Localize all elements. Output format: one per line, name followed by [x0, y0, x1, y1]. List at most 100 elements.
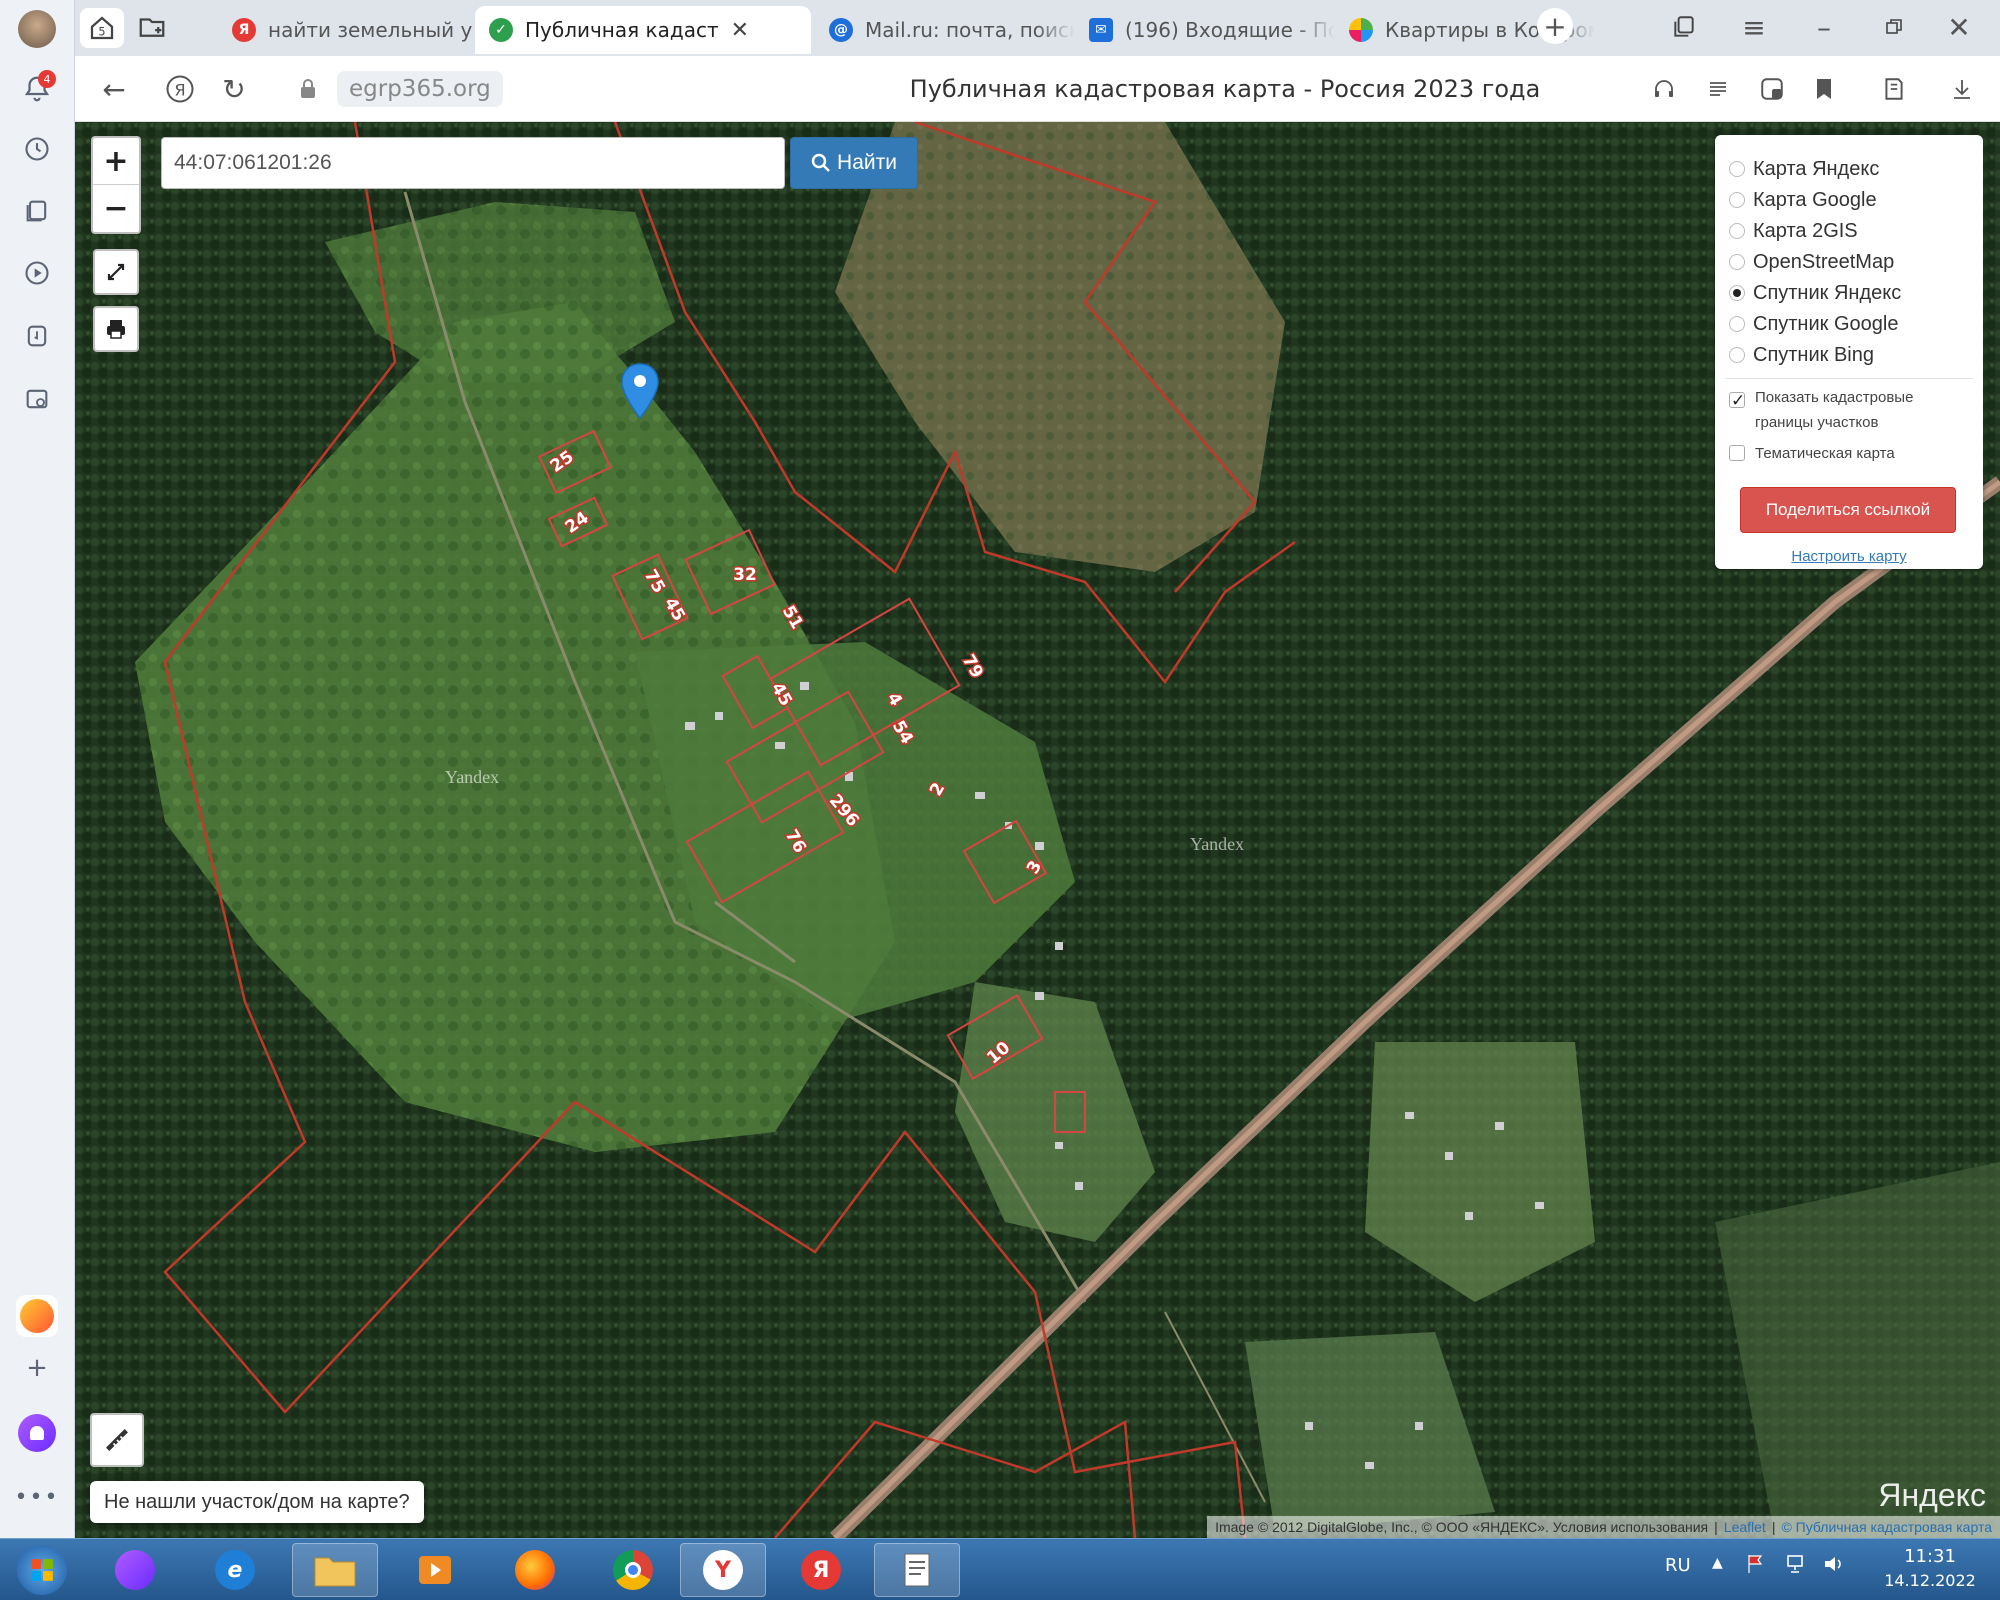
new-tab-plus-icon[interactable]: +: [1537, 8, 1573, 44]
parcel-number[interactable]: 51: [776, 601, 808, 635]
new-tab-folder-icon[interactable]: [133, 8, 171, 46]
reader-mode-icon[interactable]: [1699, 70, 1737, 108]
configure-map-link[interactable]: Настроить карту: [1715, 548, 1983, 565]
protect-extension-icon[interactable]: [1753, 70, 1791, 108]
parcel-number[interactable]: 45: [658, 593, 690, 627]
location-marker-icon[interactable]: [620, 362, 660, 420]
checkbox[interactable]: [1729, 445, 1745, 461]
notifications-bell-icon[interactable]: 4: [16, 68, 58, 110]
measure-button[interactable]: [90, 1413, 144, 1467]
layer-label: Карта 2GIS: [1753, 219, 1858, 242]
notes-icon[interactable]: [16, 315, 58, 357]
keyboard-language[interactable]: RU: [1665, 1555, 1691, 1576]
tabs-collection-icon[interactable]: [1665, 8, 1703, 46]
layer-option-2gis-map[interactable]: Карта 2GIS: [1729, 217, 1858, 245]
url-domain[interactable]: egrp365.org: [337, 71, 503, 107]
downloads-arrow-icon[interactable]: [1943, 70, 1981, 108]
collections-bookmarks-icon[interactable]: [1875, 70, 1913, 108]
headphones-icon[interactable]: [1645, 70, 1683, 108]
layer-option-openstreetmap[interactable]: OpenStreetMap: [1729, 248, 1894, 276]
action-center-flag-icon[interactable]: [1745, 1553, 1767, 1580]
media-play-icon[interactable]: [16, 252, 58, 294]
minimize-window-icon[interactable]: –: [1805, 8, 1843, 46]
clock[interactable]: 11:31 14.12.2022: [1880, 1545, 1980, 1593]
taskbar-yandex-browser[interactable]: Y: [680, 1543, 766, 1597]
tab-mailru[interactable]: @ Mail.ru: почта, поиск: [815, 6, 1075, 54]
layer-option-yandex-map[interactable]: Карта Яндекс: [1729, 155, 1879, 183]
parcel-number[interactable]: 25: [545, 445, 579, 478]
alice-assistant-icon[interactable]: [16, 1412, 58, 1454]
search-button[interactable]: Найти: [790, 137, 918, 189]
yandex-logo-icon[interactable]: Я: [161, 70, 199, 108]
parcel-number[interactable]: 32: [732, 564, 759, 587]
close-window-icon[interactable]: ✕: [1940, 8, 1978, 46]
menu-hamburger-icon[interactable]: ≡: [1735, 8, 1773, 46]
tab-cadastral-map[interactable]: ✓ Публичная кадаст ✕: [475, 6, 811, 54]
zoom-out-button[interactable]: −: [93, 185, 139, 232]
radio-button[interactable]: [1729, 347, 1745, 363]
parcel-number[interactable]: 54: [886, 716, 918, 750]
parcel-number[interactable]: 24: [560, 506, 594, 539]
parcel-number[interactable]: 75: [638, 565, 670, 599]
share-link-button[interactable]: Поделиться ссылкой: [1740, 487, 1956, 533]
history-clock-icon[interactable]: [16, 128, 58, 170]
parcel-number[interactable]: 45: [765, 678, 797, 712]
layer-option-google-map[interactable]: Карта Google: [1729, 186, 1877, 214]
show-cadastral-boundaries-option[interactable]: Показать кадастровыеграницы участков: [1729, 385, 1913, 435]
tab-close-icon[interactable]: ✕: [731, 18, 749, 43]
parcel-number[interactable]: 10: [982, 1036, 1016, 1070]
volume-speaker-icon[interactable]: [1822, 1553, 1846, 1580]
zoom-in-button[interactable]: +: [93, 138, 139, 186]
taskbar-media-player[interactable]: [392, 1543, 478, 1597]
zen-app-icon[interactable]: [16, 1295, 58, 1337]
fullscreen-button[interactable]: [93, 249, 139, 295]
taskbar-internet-explorer[interactable]: e: [192, 1543, 278, 1597]
radio-button[interactable]: [1729, 161, 1745, 177]
taskbar-file-explorer[interactable]: [292, 1543, 378, 1597]
back-arrow-icon[interactable]: ←: [95, 70, 133, 108]
taskbar-yandex[interactable]: Я: [778, 1543, 864, 1597]
thematic-map-option[interactable]: Тематическая карта: [1729, 441, 1895, 466]
radio-button[interactable]: [1729, 316, 1745, 332]
parcel-number[interactable]: 296: [823, 789, 864, 832]
page-title[interactable]: Публичная кадастровая карта - Россия 202…: [775, 71, 1675, 107]
taskbar-chrome[interactable]: [590, 1543, 676, 1597]
taskbar-firefox[interactable]: [492, 1543, 578, 1597]
layer-option-google-satellite[interactable]: Спутник Google: [1729, 310, 1898, 338]
parcel-number[interactable]: 3: [1022, 856, 1048, 879]
radio-button[interactable]: [1729, 254, 1745, 270]
layer-label: Спутник Bing: [1753, 343, 1874, 366]
reload-icon[interactable]: ↻: [215, 70, 253, 108]
network-icon[interactable]: [1785, 1553, 1809, 1580]
taskbar-alice-app[interactable]: [92, 1543, 178, 1597]
tab-inbox[interactable]: ✉ (196) Входящие - По: [1075, 6, 1335, 54]
radio-button[interactable]: [1729, 192, 1745, 208]
start-button[interactable]: [2, 1543, 82, 1597]
taskbar-document-app[interactable]: [874, 1543, 960, 1597]
cadastral-map-credit-link[interactable]: © Публичная кадастровая карта: [1781, 1519, 1992, 1535]
bookmark-icon[interactable]: [1805, 70, 1843, 108]
parcel-number[interactable]: 79: [956, 650, 988, 684]
profile-avatar[interactable]: [16, 8, 58, 50]
more-dots-icon[interactable]: •••: [15, 1476, 58, 1518]
restore-window-icon[interactable]: [1875, 8, 1913, 46]
tray-expand-icon[interactable]: ▲: [1712, 1555, 1723, 1571]
radio-button-selected[interactable]: [1729, 285, 1745, 301]
collections-icon[interactable]: [16, 190, 58, 232]
layer-option-bing-satellite[interactable]: Спутник Bing: [1729, 341, 1874, 369]
not-found-parcel-button[interactable]: Не нашли участок/дом на карте?: [90, 1481, 424, 1523]
radio-button[interactable]: [1729, 223, 1745, 239]
cadastral-search-input[interactable]: [161, 137, 785, 189]
layer-option-yandex-satellite[interactable]: Спутник Яндекс: [1729, 279, 1901, 307]
satellite-map[interactable]: 25 24 75 45 32 51 79 45 4 54 2 296 76 3 …: [75, 122, 2000, 1538]
home-tab-icon[interactable]: 5: [80, 8, 124, 48]
parcel-number[interactable]: 76: [779, 825, 811, 859]
screenshot-icon[interactable]: [16, 378, 58, 420]
leaflet-link[interactable]: Leaflet: [1724, 1519, 1766, 1535]
checkbox-checked[interactable]: [1729, 388, 1745, 413]
print-button[interactable]: [93, 306, 139, 352]
lock-icon[interactable]: [289, 70, 327, 108]
parcel-number[interactable]: 2: [925, 778, 951, 801]
add-panel-plus-icon[interactable]: +: [16, 1347, 58, 1389]
parcel-number[interactable]: 4: [881, 688, 907, 711]
